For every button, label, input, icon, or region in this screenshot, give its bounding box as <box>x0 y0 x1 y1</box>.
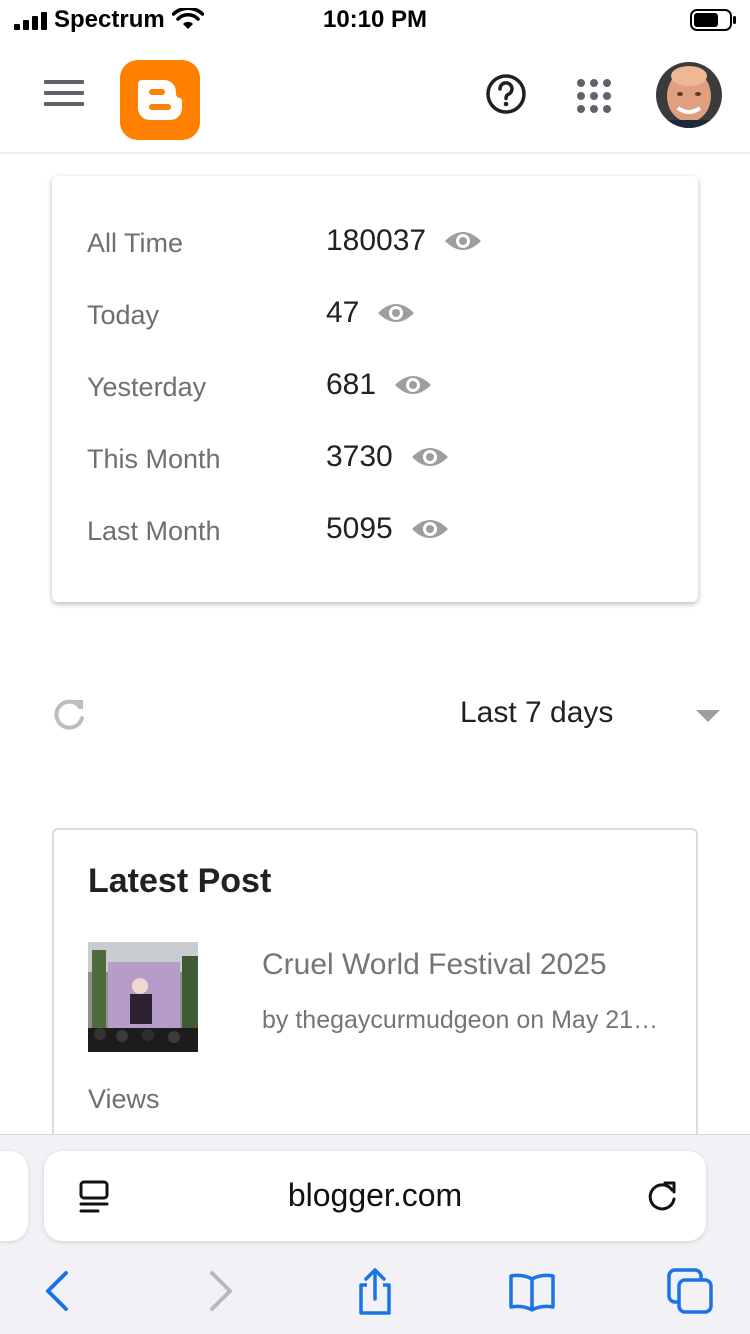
stat-label: Yesterday <box>87 372 207 402</box>
stat-label: All Time <box>87 228 184 258</box>
stat-row-today: Today 47 <box>52 294 698 338</box>
caret-down-icon <box>696 710 720 722</box>
stat-value: 5095 <box>326 512 393 545</box>
menu-line <box>44 102 84 106</box>
help-icon[interactable] <box>484 72 528 116</box>
eye-icon <box>411 520 448 538</box>
stat-value: 3730 <box>326 440 393 473</box>
latest-post-heading: Latest Post <box>88 862 272 900</box>
status-bar: Spectrum 10:10 PM <box>0 0 750 42</box>
blogger-b-glyph <box>138 80 183 120</box>
refresh-icon[interactable] <box>50 696 88 734</box>
stat-value: 681 <box>326 368 377 401</box>
tabs-icon[interactable] <box>666 1267 714 1315</box>
browser-toolbar: blogger.com <box>0 1134 750 1334</box>
menu-line <box>44 91 84 95</box>
stat-label: Today <box>87 300 160 330</box>
apps-grid-icon[interactable] <box>576 78 612 114</box>
stat-label: Last Month <box>87 516 221 546</box>
stat-value: 180037 <box>326 224 427 257</box>
stat-row-last-month: Last Month 5095 <box>52 510 698 554</box>
bookmarks-icon[interactable] <box>508 1267 556 1315</box>
post-thumbnail[interactable] <box>88 942 198 1052</box>
address-bar[interactable]: blogger.com <box>44 1151 706 1241</box>
latest-post-card: Latest Post Cruel World Festival 2025 by… <box>52 828 698 1168</box>
status-time: 10:10 PM <box>322 6 428 33</box>
back-icon[interactable] <box>34 1267 82 1315</box>
eye-icon <box>445 232 482 250</box>
eye-icon <box>378 304 415 322</box>
views-label: Views <box>88 1084 160 1114</box>
stat-value: 47 <box>326 296 360 329</box>
blogger-logo-icon[interactable] <box>120 60 200 140</box>
menu-line <box>44 80 84 84</box>
share-icon[interactable] <box>351 1267 399 1315</box>
hamburger-menu-button[interactable] <box>44 80 84 110</box>
avatar-photo <box>656 62 722 128</box>
stat-row-yesterday: Yesterday 681 <box>52 366 698 410</box>
date-range-value: Last 7 days <box>460 696 614 729</box>
post-byline: by thegaycurmudgeon on May 21, 2025 <box>262 1006 662 1034</box>
date-range-dropdown[interactable]: Last 7 days <box>440 694 730 738</box>
battery-icon <box>690 9 736 31</box>
stats-card: All Time 180037 Today 47 Yesterday 681 T… <box>52 176 698 602</box>
eye-icon <box>411 448 448 466</box>
url-text: blogger.com <box>287 1177 463 1213</box>
avatar[interactable] <box>656 62 722 128</box>
stat-row-this-month: This Month 3730 <box>52 438 698 482</box>
reload-icon[interactable] <box>644 1177 680 1215</box>
stat-label: This Month <box>87 444 221 474</box>
forward-icon[interactable] <box>196 1267 244 1315</box>
app-header <box>0 42 750 154</box>
post-title-link[interactable]: Cruel World Festival 2025 <box>262 948 607 982</box>
post-thumbnail-image <box>88 942 198 1052</box>
previous-tab-preview[interactable] <box>0 1151 28 1241</box>
stat-row-all-time: All Time 180037 <box>52 222 698 266</box>
eye-icon <box>395 376 432 394</box>
